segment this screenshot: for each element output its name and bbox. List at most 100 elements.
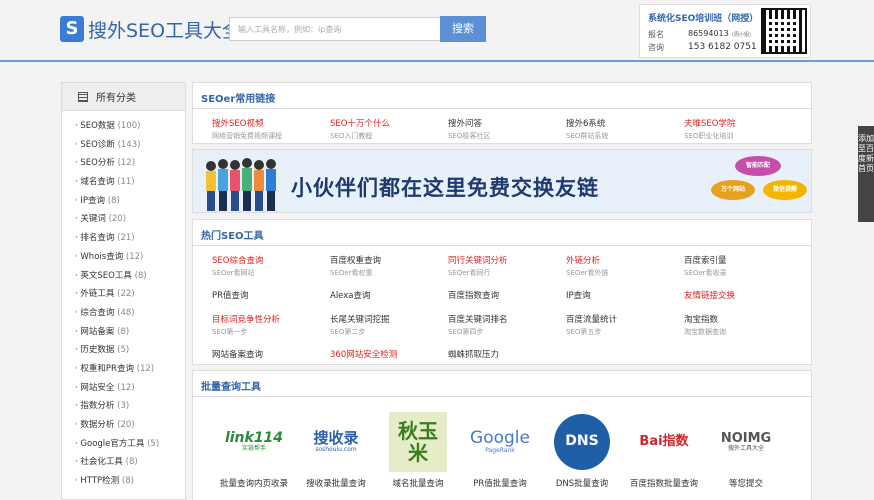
add-to-homepage-tab[interactable]: 添加至百度新首页 — [858, 126, 874, 222]
sidebar-category-item[interactable]: · Whois查询 (12) — [62, 250, 185, 269]
tool-link-item[interactable]: 百度关键词排名 SEO第四步 — [448, 305, 566, 340]
sidebar-category-item[interactable]: · 数据分析 (20) — [62, 418, 185, 437]
batch-tool-item[interactable]: NOIMG 搜外工具大全 等您提交 — [705, 411, 787, 489]
link-exchange-banner[interactable]: 小伙伴们都在这里免费交换友链 智能匹配 万个网站 微信提醒 — [192, 149, 812, 213]
category-label: 英文SEO工具 — [80, 270, 132, 281]
sidebar-category-item[interactable]: · SEO数据 (100) — [62, 119, 185, 138]
tool-link-item[interactable]: 搜外问答 SEO极客社区 — [448, 109, 566, 144]
batch-tool-label[interactable]: PR值批量查询 — [459, 477, 541, 489]
tool-link-subtitle: SEOer看外链 — [566, 269, 609, 277]
tool-link-title[interactable]: 夫唯SEO学院 — [684, 117, 802, 129]
tool-link-title[interactable]: 目标词竞争性分析 — [212, 313, 330, 325]
tool-link-item[interactable]: 同行关键词分析 SEOer看同行 — [448, 246, 566, 281]
batch-tool-item[interactable]: Bai指数百度指数批量查询 — [623, 411, 705, 489]
batch-tool-label[interactable]: 搜收录批量查询 — [295, 477, 377, 489]
tool-link-title[interactable]: 百度流量统计 — [566, 313, 684, 325]
tool-link-item[interactable]: 360网站安全检测 — [330, 340, 448, 364]
logo-text: 搜外SEO工具大全 — [88, 19, 242, 42]
tool-link-item[interactable]: 百度指数查询 — [448, 281, 566, 305]
tool-link-title[interactable]: 外链分析 — [566, 254, 684, 266]
tool-link-title[interactable]: 网站备案查询 — [212, 348, 330, 360]
tool-link-item[interactable]: 目标词竞争性分析 SEO第一步 — [212, 305, 330, 340]
batch-tool-logo-box: 搜收录 soshoulu.com — [313, 430, 358, 453]
sidebar-category-item[interactable]: · 社会化工具 (8) — [62, 455, 185, 474]
batch-tool-label[interactable]: 批量查询内页收录 — [213, 477, 295, 489]
hot-tools-title: 热门SEO工具 — [193, 220, 811, 246]
tool-link-title[interactable]: 友情链接交换 — [684, 289, 802, 301]
batch-tool-logo-text: Bai指数 — [639, 433, 689, 449]
sidebar-category-item[interactable]: · 关键词 (20) — [62, 212, 185, 231]
tool-link-title[interactable]: 搜外问答 — [448, 117, 566, 129]
batch-tool-item[interactable]: link114 实链帮手批量查询内页收录 — [213, 411, 295, 489]
batch-tool-logo-box: link114 实链帮手 — [225, 430, 283, 453]
tool-link-item[interactable]: 友情链接交换 — [684, 281, 802, 305]
batch-tool-item[interactable]: 秋玉米 域名批量查询 — [377, 411, 459, 489]
sidebar-category-item[interactable]: · 综合查询 (48) — [62, 306, 185, 325]
sidebar-category-item[interactable]: · 域名查询 (11) — [62, 175, 185, 194]
tool-link-item[interactable]: SEO综合查询 SEOer看网站 — [212, 246, 330, 281]
tool-link-title[interactable]: 长尾关键词挖掘 — [330, 313, 448, 325]
training-promo[interactable]: 系统化SEO培训班（网授） 报名 咨询 86594013 (周小姐) 153 6… — [639, 4, 811, 58]
batch-tool-item[interactable]: DNS DNS批量查询 — [541, 411, 623, 489]
tool-link-item[interactable]: Alexa查询 — [330, 281, 448, 305]
tool-link-title[interactable]: 淘宝指数 — [684, 313, 802, 325]
tool-link-title[interactable]: 百度指数查询 — [448, 289, 566, 301]
search-button[interactable]: 搜索 — [440, 16, 486, 42]
tool-link-subtitle: 淘宝数据查询 — [684, 328, 726, 336]
tool-link-item[interactable]: 百度流量统计 SEO第五步 — [566, 305, 684, 340]
sidebar-category-item[interactable]: · SEO诊断 (143) — [62, 138, 185, 157]
batch-tool-label[interactable]: 等您提交 — [705, 477, 787, 489]
qr-code-icon — [761, 8, 807, 54]
tool-link-item[interactable]: 长尾关键词挖掘 SEO第二步 — [330, 305, 448, 340]
sidebar-category-item[interactable]: · 外链工具 (22) — [62, 287, 185, 306]
search-input[interactable]: 输入工具名称，例如：ip查询 — [229, 17, 441, 41]
sidebar-category-item[interactable]: · 指数分析 (3) — [62, 399, 185, 418]
tool-link-item[interactable]: 搜外SEO视频 网络营销免费视频课程 — [212, 109, 330, 144]
site-logo[interactable]: S 搜外SEO工具大全 — [60, 15, 241, 43]
tool-link-item[interactable]: IP查询 — [566, 281, 684, 305]
sidebar-category-item[interactable]: · Google官方工具 (5) — [62, 437, 185, 456]
tool-link-item[interactable]: 外链分析 SEOer看外链 — [566, 246, 684, 281]
tool-link-item[interactable]: SEO十万个什么 SEO入门教程 — [330, 109, 448, 144]
sidebar-category-item[interactable]: · IP查询 (8) — [62, 194, 185, 213]
batch-tool-logo-subtext: 搜外工具大全 — [727, 444, 764, 452]
tool-link-title[interactable]: 百度权重查询 — [330, 254, 448, 266]
tool-link-title[interactable]: SEO综合查询 — [212, 254, 330, 266]
tool-link-item[interactable]: PR值查询 — [212, 281, 330, 305]
tool-link-title[interactable]: SEO十万个什么 — [330, 117, 448, 129]
tool-link-title[interactable]: 百度索引量 — [684, 254, 802, 266]
tool-link-item[interactable]: 夫唯SEO学院 SEO职业化培训 — [684, 109, 802, 144]
banner-bubble-match: 智能匹配 — [735, 156, 781, 176]
batch-tool-item[interactable]: 搜收录 soshoulu.com 搜收录批量查询 — [295, 411, 377, 489]
sidebar-category-item[interactable]: · HTTP检测 (8) — [62, 474, 185, 493]
tool-link-item[interactable]: 百度索引量 SEOer看收录 — [684, 246, 802, 281]
category-count: (20) — [108, 214, 127, 225]
sidebar-category-item[interactable]: · 英文SEO工具 (8) — [62, 269, 185, 288]
tool-link-title[interactable]: 搜外SEO视频 — [212, 117, 330, 129]
tool-link-title[interactable]: 百度关键词排名 — [448, 313, 566, 325]
tool-link-item[interactable]: 淘宝指数淘宝数据查询 — [684, 305, 802, 340]
tool-link-title[interactable]: IP查询 — [566, 289, 684, 301]
batch-tool-item[interactable]: Google PageRank PR值批量查询 — [459, 411, 541, 489]
sidebar-category-item[interactable]: · 网站安全 (12) — [62, 381, 185, 400]
batch-tool-label[interactable]: DNS批量查询 — [541, 477, 623, 489]
sidebar-category-item[interactable]: · 历史数据 (5) — [62, 343, 185, 362]
sidebar-title: 所有分类 — [96, 93, 136, 104]
tool-link-title[interactable]: Alexa查询 — [330, 289, 448, 301]
tool-link-item[interactable]: 网站备案查询 — [212, 340, 330, 364]
tool-link-title[interactable]: 蜘蛛抓取压力 — [448, 348, 566, 360]
sidebar-category-item[interactable]: · 权重和PR查询 (12) — [62, 362, 185, 381]
tool-link-title[interactable]: PR值查询 — [212, 289, 330, 301]
sidebar-category-item[interactable]: · SEO分析 (12) — [62, 156, 185, 175]
tool-link-item[interactable]: 搜外6系统 SEO群站系统 — [566, 109, 684, 144]
tool-link-title[interactable]: 360网站安全检测 — [330, 348, 448, 360]
tool-link-title[interactable]: 搜外6系统 — [566, 117, 684, 129]
sidebar-category-item[interactable]: · 网站备案 (8) — [62, 325, 185, 344]
tool-link-item[interactable]: 百度权重查询 SEOer看权重 — [330, 246, 448, 281]
batch-tool-label[interactable]: 域名批量查询 — [377, 477, 459, 489]
tool-link-title[interactable]: 同行关键词分析 — [448, 254, 566, 266]
batch-tool-label[interactable]: 百度指数批量查询 — [623, 477, 705, 489]
tool-link-item[interactable]: 蜘蛛抓取压力 — [448, 340, 566, 364]
hot-tools-grid: SEO综合查询 SEOer看网站 百度权重查询 SEOer看权重 同行关键词分析 SEOe… — [193, 246, 811, 364]
sidebar-category-item[interactable]: · 排名查询 (21) — [62, 231, 185, 250]
